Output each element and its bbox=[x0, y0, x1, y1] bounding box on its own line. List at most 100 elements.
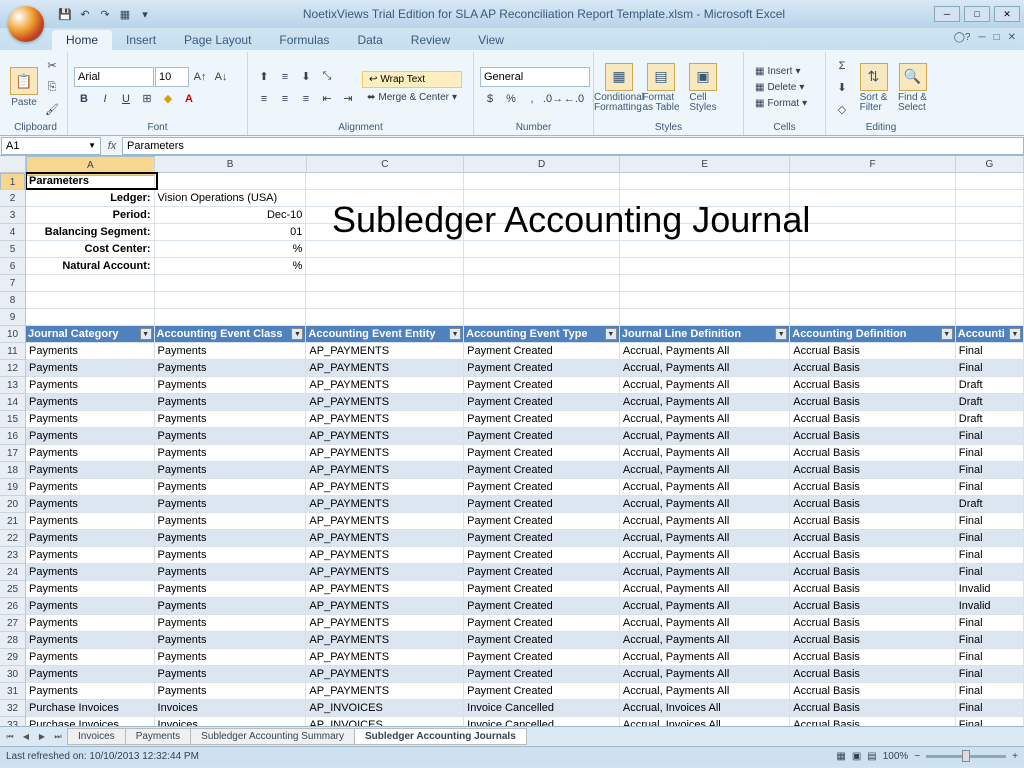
delete-cells-button[interactable]: ▦ Delete ▾ bbox=[750, 80, 819, 95]
cell-D7[interactable] bbox=[464, 275, 620, 292]
cell-G22[interactable]: Final bbox=[956, 530, 1024, 547]
cell-C12[interactable]: AP_PAYMENTS bbox=[306, 360, 464, 377]
cell-F21[interactable]: Accrual Basis bbox=[790, 513, 955, 530]
cell-B5[interactable]: % bbox=[155, 241, 307, 258]
cell-F12[interactable]: Accrual Basis bbox=[790, 360, 955, 377]
cell-E24[interactable]: Accrual, Payments All bbox=[620, 564, 790, 581]
cell-D16[interactable]: Payment Created bbox=[464, 428, 620, 445]
cell-B28[interactable]: Payments bbox=[155, 632, 307, 649]
cell-F14[interactable]: Accrual Basis bbox=[790, 394, 955, 411]
view-layout-icon[interactable]: ▣ bbox=[852, 751, 861, 762]
fill-color-icon[interactable]: ◆ bbox=[158, 89, 178, 109]
cell-A4[interactable]: Balancing Segment: bbox=[26, 224, 155, 241]
cell-E18[interactable]: Accrual, Payments All bbox=[620, 462, 790, 479]
cell-G6[interactable] bbox=[956, 258, 1024, 275]
cell-E28[interactable]: Accrual, Payments All bbox=[620, 632, 790, 649]
minimize-button[interactable]: ─ bbox=[934, 6, 960, 22]
comma-icon[interactable]: , bbox=[522, 89, 542, 109]
zoom-in-icon[interactable]: + bbox=[1012, 751, 1018, 762]
view-normal-icon[interactable]: ▦ bbox=[836, 751, 845, 762]
tab-data[interactable]: Data bbox=[343, 30, 396, 50]
font-name-select[interactable] bbox=[74, 67, 154, 87]
cell-C7[interactable] bbox=[306, 275, 464, 292]
cell-E1[interactable] bbox=[620, 173, 790, 190]
cell-A14[interactable]: Payments bbox=[26, 394, 155, 411]
cell-A18[interactable]: Payments bbox=[26, 462, 155, 479]
cell-C19[interactable]: AP_PAYMENTS bbox=[306, 479, 464, 496]
table-header-2[interactable]: Accounting Event Entity▼ bbox=[306, 326, 464, 343]
cell-D22[interactable]: Payment Created bbox=[464, 530, 620, 547]
cell-E11[interactable]: Accrual, Payments All bbox=[620, 343, 790, 360]
align-right-icon[interactable]: ≡ bbox=[296, 89, 316, 109]
cell-G28[interactable]: Final bbox=[956, 632, 1024, 649]
cell-D24[interactable]: Payment Created bbox=[464, 564, 620, 581]
office-button[interactable] bbox=[8, 6, 44, 42]
cell-B16[interactable]: Payments bbox=[155, 428, 307, 445]
row-header-24[interactable]: 24 bbox=[0, 564, 25, 581]
column-header-G[interactable]: G bbox=[956, 156, 1024, 172]
cell-E20[interactable]: Accrual, Payments All bbox=[620, 496, 790, 513]
cell-B11[interactable]: Payments bbox=[155, 343, 307, 360]
cell-F28[interactable]: Accrual Basis bbox=[790, 632, 955, 649]
fx-icon[interactable]: fx bbox=[102, 140, 122, 152]
cell-C29[interactable]: AP_PAYMENTS bbox=[306, 649, 464, 666]
cell-B33[interactable]: Invoices bbox=[155, 717, 307, 726]
cell-A13[interactable]: Payments bbox=[26, 377, 155, 394]
sheet-tab-invoices[interactable]: Invoices bbox=[67, 728, 126, 745]
cell-F33[interactable]: Accrual Basis bbox=[790, 717, 955, 726]
row-header-28[interactable]: 28 bbox=[0, 632, 25, 649]
cell-F11[interactable]: Accrual Basis bbox=[790, 343, 955, 360]
row-header-14[interactable]: 14 bbox=[0, 394, 25, 411]
cell-B9[interactable] bbox=[155, 309, 307, 326]
restore-doc-icon[interactable]: □ bbox=[994, 32, 1000, 43]
font-color-icon[interactable]: A bbox=[179, 89, 199, 109]
cell-D23[interactable]: Payment Created bbox=[464, 547, 620, 564]
cell-C30[interactable]: AP_PAYMENTS bbox=[306, 666, 464, 683]
cell-E26[interactable]: Accrual, Payments All bbox=[620, 598, 790, 615]
sort-filter-button[interactable]: ⇅Sort & Filter bbox=[856, 54, 891, 121]
autosum-icon[interactable]: Σ bbox=[832, 56, 852, 76]
view-break-icon[interactable]: ▤ bbox=[867, 751, 876, 762]
save-icon[interactable]: 💾 bbox=[56, 5, 74, 23]
filter-button-1[interactable]: ▼ bbox=[291, 328, 303, 340]
cell-G31[interactable]: Final bbox=[956, 683, 1024, 700]
zoom-out-icon[interactable]: − bbox=[914, 751, 920, 762]
redo-icon[interactable]: ↷ bbox=[96, 5, 114, 23]
sheet-tab-payments[interactable]: Payments bbox=[125, 728, 191, 745]
cell-E7[interactable] bbox=[620, 275, 790, 292]
cell-F27[interactable]: Accrual Basis bbox=[790, 615, 955, 632]
cell-B13[interactable]: Payments bbox=[155, 377, 307, 394]
orientation-icon[interactable]: ⤡ bbox=[317, 67, 337, 87]
cell-D21[interactable]: Payment Created bbox=[464, 513, 620, 530]
cell-F18[interactable]: Accrual Basis bbox=[790, 462, 955, 479]
table-header-6[interactable]: Accounti▼ bbox=[956, 326, 1024, 343]
cell-C5[interactable] bbox=[306, 241, 464, 258]
row-header-15[interactable]: 15 bbox=[0, 411, 25, 428]
cell-G1[interactable] bbox=[956, 173, 1024, 190]
cell-G7[interactable] bbox=[956, 275, 1024, 292]
help-icon[interactable]: ◯? bbox=[954, 32, 971, 43]
row-header-4[interactable]: 4 bbox=[0, 224, 25, 241]
cell-F15[interactable]: Accrual Basis bbox=[790, 411, 955, 428]
filter-button-3[interactable]: ▼ bbox=[605, 328, 617, 340]
undo-icon[interactable]: ↶ bbox=[76, 5, 94, 23]
cell-C14[interactable]: AP_PAYMENTS bbox=[306, 394, 464, 411]
cell-F31[interactable]: Accrual Basis bbox=[790, 683, 955, 700]
cell-C28[interactable]: AP_PAYMENTS bbox=[306, 632, 464, 649]
close-doc-icon[interactable]: ✕ bbox=[1008, 32, 1016, 43]
row-header-8[interactable]: 8 bbox=[0, 292, 25, 309]
cell-D28[interactable]: Payment Created bbox=[464, 632, 620, 649]
zoom-slider[interactable] bbox=[926, 755, 1006, 758]
cell-E12[interactable]: Accrual, Payments All bbox=[620, 360, 790, 377]
cell-G13[interactable]: Draft bbox=[956, 377, 1024, 394]
cell-C11[interactable]: AP_PAYMENTS bbox=[306, 343, 464, 360]
increase-decimal-icon[interactable]: .0→ bbox=[543, 89, 563, 109]
cell-C22[interactable]: AP_PAYMENTS bbox=[306, 530, 464, 547]
row-header-25[interactable]: 25 bbox=[0, 581, 25, 598]
first-sheet-icon[interactable]: ⏮ bbox=[2, 729, 18, 745]
row-header-9[interactable]: 9 bbox=[0, 309, 25, 326]
cell-E19[interactable]: Accrual, Payments All bbox=[620, 479, 790, 496]
row-header-6[interactable]: 6 bbox=[0, 258, 25, 275]
cell-D26[interactable]: Payment Created bbox=[464, 598, 620, 615]
cell-F13[interactable]: Accrual Basis bbox=[790, 377, 955, 394]
